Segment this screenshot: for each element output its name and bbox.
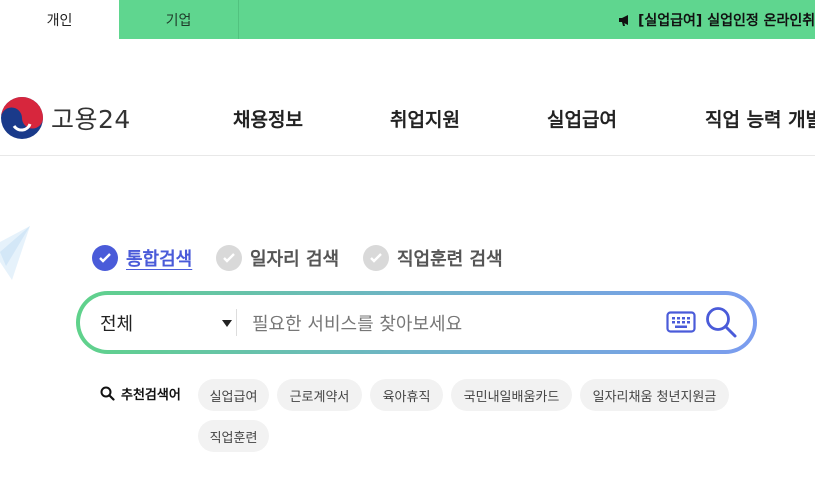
search-bar: 전체 필요한 서비스를 찾아보세요	[76, 291, 757, 354]
site-header: 고용24 채용정보 취업지원 실업급여 직업 능력 개발	[0, 39, 815, 156]
recommended-keywords-label: 추천검색어	[100, 384, 181, 403]
divider	[236, 309, 237, 336]
search-input[interactable]: 필요한 서비스를 찾아보세요	[252, 295, 652, 350]
check-icon	[363, 245, 389, 271]
notice-text: [실업급여] 실업인정 온라인취	[638, 12, 815, 29]
nav-item-vocational-training[interactable]: 직업 능력 개발	[705, 105, 815, 132]
keyword-chip[interactable]: 일자리채움 청년지원금	[580, 379, 729, 411]
keyword-chip[interactable]: 육아휴직	[370, 379, 443, 411]
main-navigation: 채용정보 취업지원 실업급여 직업 능력 개발	[0, 105, 815, 135]
tab-company[interactable]: 기업	[119, 0, 239, 39]
option-label: 직업훈련 검색	[397, 249, 503, 270]
search-bar-inner: 전체 필요한 서비스를 찾아보세요	[80, 295, 753, 350]
search-icon[interactable]	[704, 305, 738, 339]
tab-personal[interactable]: 개인	[0, 0, 119, 39]
magnifier-icon	[100, 386, 115, 401]
check-icon	[216, 245, 242, 271]
megaphone-icon	[619, 14, 628, 26]
option-job-search[interactable]: 일자리 검색	[216, 245, 339, 271]
keyword-chip[interactable]: 국민내일배움카드	[451, 379, 572, 411]
keyword-chip[interactable]: 근로계약서	[277, 379, 362, 411]
nav-item-unemployment-benefits[interactable]: 실업급여	[547, 105, 617, 132]
search-scope-value: 전체	[100, 313, 134, 335]
nav-item-jobs[interactable]: 채용정보	[233, 105, 303, 132]
search-scope-select[interactable]: 전체	[100, 295, 232, 350]
keyword-chip[interactable]: 실업급여	[198, 379, 269, 411]
keyboard-icon[interactable]	[666, 310, 696, 334]
caret-down-icon	[222, 320, 232, 327]
top-bar: 개인 기업 [실업급여] 실업인정 온라인취	[0, 0, 815, 39]
option-label: 일자리 검색	[250, 249, 340, 270]
option-label: 통합검색	[126, 249, 193, 270]
rec-label-text: 추천검색어	[121, 388, 181, 403]
option-training-search[interactable]: 직업훈련 검색	[363, 245, 503, 271]
nav-item-employment-support[interactable]: 취업지원	[390, 105, 460, 132]
check-icon	[92, 245, 118, 271]
paper-plane-icon	[0, 226, 30, 280]
notice-banner[interactable]: [실업급여] 실업인정 온라인취	[617, 0, 815, 39]
option-integrated-search[interactable]: 통합검색	[92, 245, 192, 271]
keyword-chip[interactable]: 직업훈련	[198, 420, 269, 452]
